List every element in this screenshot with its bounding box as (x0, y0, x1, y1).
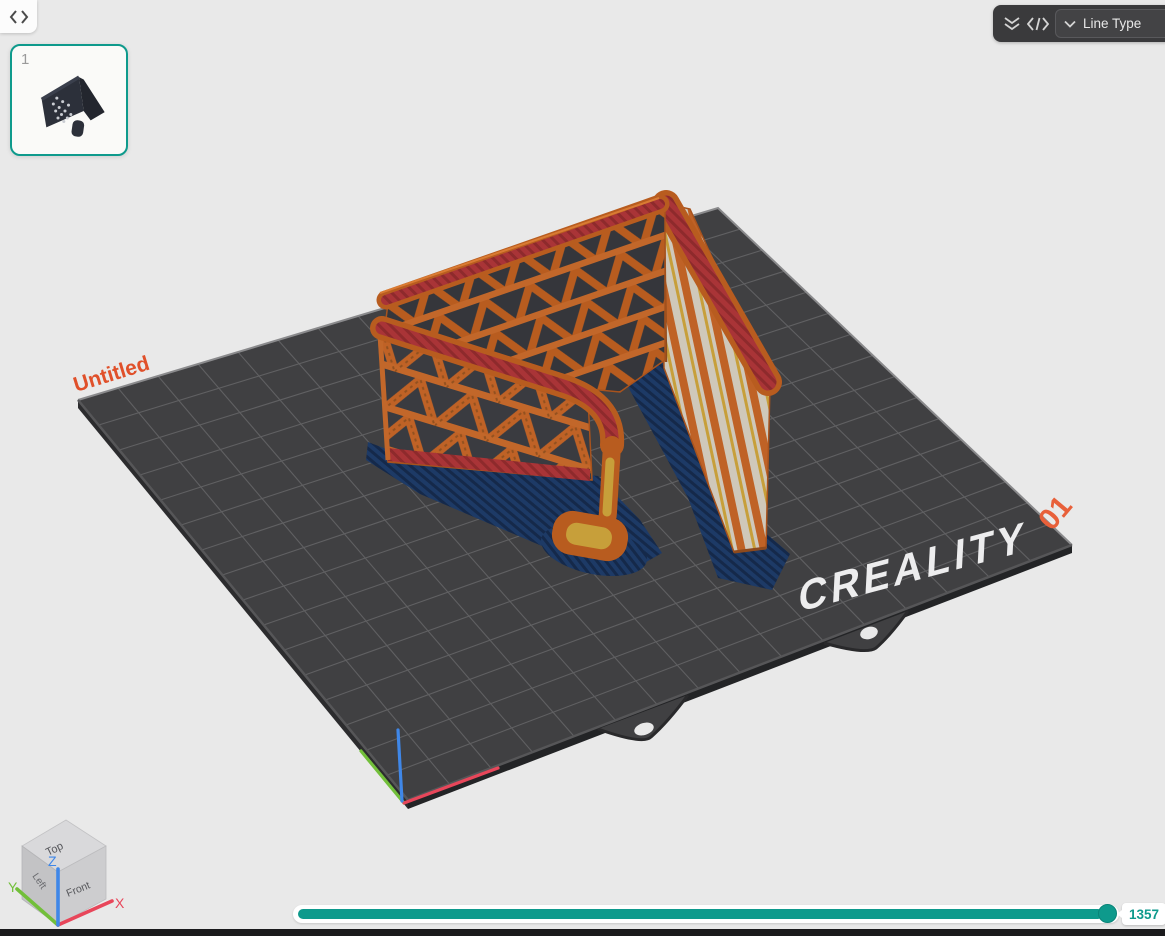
line-type-dropdown[interactable]: Line Type (1055, 9, 1165, 38)
layer-slider-handle[interactable] (1098, 904, 1117, 923)
chevrons-left-right-icon (9, 9, 28, 24)
axis-z-label: Z (48, 853, 57, 869)
layer-slider-fill (298, 909, 1103, 919)
bottom-status-bar (0, 929, 1165, 936)
viewport-3d[interactable]: CREALITY Untitled 01 Top Left Front Y X … (0, 0, 1165, 936)
line-type-label: Line Type (1083, 16, 1142, 31)
double-chevron-down-icon[interactable] (1003, 11, 1021, 37)
code-brackets-icon[interactable] (1027, 11, 1049, 37)
axis-x-label: X (115, 895, 125, 911)
preview-toolbar: Line Type (993, 5, 1165, 42)
collapse-panel-button[interactable] (0, 0, 37, 33)
axis-y-label: Y (8, 879, 18, 895)
layer-slider-value: 1357 (1116, 903, 1165, 925)
chevron-down-icon (1064, 20, 1076, 28)
plate-thumbnail-image (40, 75, 105, 137)
plate-thumbnail-card[interactable]: 1 (10, 44, 128, 156)
view-cube[interactable]: Top Left Front Y X Z (8, 819, 125, 927)
